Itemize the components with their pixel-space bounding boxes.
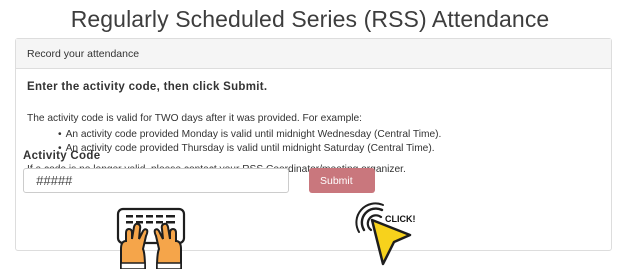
panel-body: Enter the activity code, then click Subm… — [16, 69, 611, 251]
typing-hands-icon — [116, 207, 186, 269]
activity-code-input[interactable] — [23, 168, 289, 193]
list-item: An activity code provided Monday is vali… — [58, 128, 442, 142]
attendance-panel: Record your attendance Enter the activit… — [15, 38, 612, 251]
click-label: CLICK! — [385, 214, 416, 224]
panel-heading: Record your attendance — [16, 39, 611, 69]
instruction-text: Enter the activity code, then click Subm… — [27, 81, 268, 93]
list-item: An activity code provided Thursday is va… — [58, 142, 441, 156]
activity-code-label: Activity Code — [23, 150, 101, 162]
page-title: Regularly Scheduled Series (RSS) Attenda… — [70, 6, 550, 32]
example-list: An activity code provided Monday is vali… — [58, 128, 442, 156]
click-cursor-icon — [355, 202, 412, 266]
validity-text: The activity code is valid for TWO days … — [27, 113, 362, 124]
submit-button[interactable]: Submit — [309, 168, 375, 193]
